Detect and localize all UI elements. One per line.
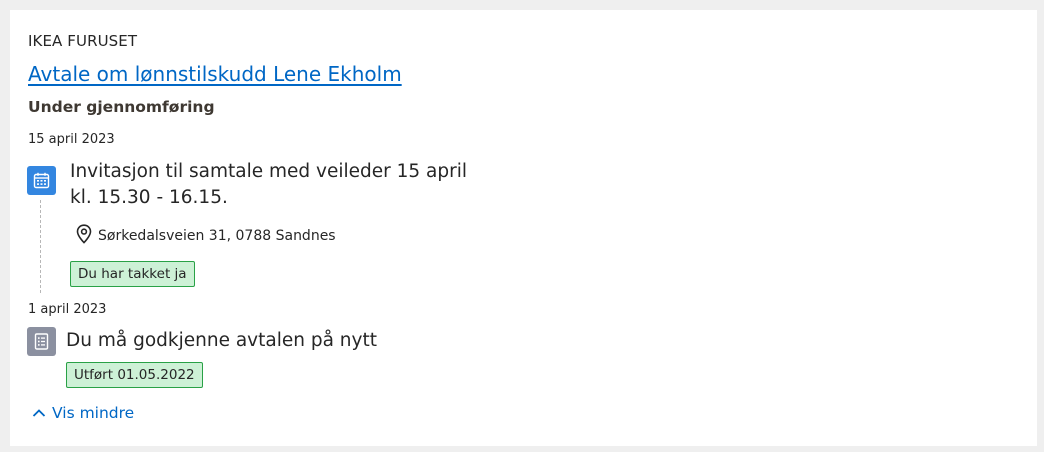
event-location: Sørkedalsveien 31, 0788 Sandnes <box>76 224 336 248</box>
event-description: Invitasjon til samtale med veileder 15 a… <box>70 159 490 211</box>
calendar-icon <box>27 166 56 195</box>
event-description-line1: Invitasjon til samtale med veileder 15 a… <box>70 161 467 182</box>
document-icon <box>27 327 56 356</box>
show-less-button[interactable]: Vis mindre <box>32 404 134 422</box>
timeline-connector <box>40 200 41 293</box>
employer-name: IKEA FURUSET <box>28 32 138 50</box>
activity-card: IKEA FURUSET Avtale om lønnstilskudd Len… <box>10 10 1037 446</box>
chevron-up-icon <box>32 404 46 422</box>
status-badge: Du har takket ja <box>70 261 195 287</box>
show-less-label: Vis mindre <box>52 404 135 422</box>
event-description: Du må godkjenne avtalen på nytt <box>66 330 377 351</box>
event-description-line2: kl. 15.30 - 16.15. <box>70 187 228 208</box>
location-text: Sørkedalsveien 31, 0788 Sandnes <box>98 228 336 244</box>
location-pin-icon <box>76 224 92 248</box>
agreement-status: Under gjennomføring <box>28 98 215 116</box>
event-date: 15 april 2023 <box>28 132 115 147</box>
status-badge: Utført 01.05.2022 <box>66 362 203 388</box>
event-date: 1 april 2023 <box>28 302 107 317</box>
agreement-title-link[interactable]: Avtale om lønnstilskudd Lene Ekholm <box>28 62 402 86</box>
